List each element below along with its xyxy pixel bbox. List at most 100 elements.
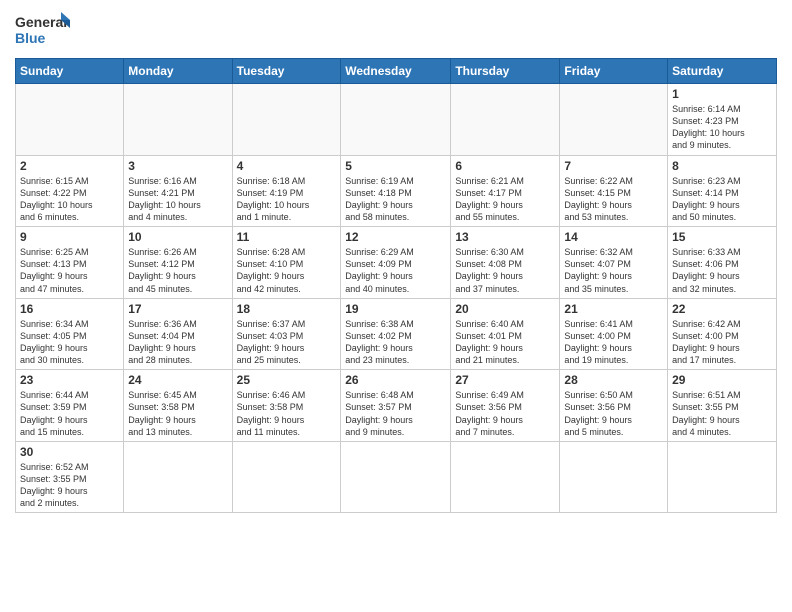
calendar-cell bbox=[16, 84, 124, 156]
column-header-wednesday: Wednesday bbox=[341, 59, 451, 84]
calendar-cell bbox=[232, 441, 341, 513]
day-info: Sunrise: 6:19 AM Sunset: 4:18 PM Dayligh… bbox=[345, 175, 446, 224]
logo-svg: General Blue bbox=[15, 10, 70, 50]
calendar-week-row-6: 30 Sunrise: 6:52 AM Sunset: 3:55 PM Dayli… bbox=[16, 441, 777, 513]
calendar-cell: 9 Sunrise: 6:25 AM Sunset: 4:13 PM Daylig… bbox=[16, 227, 124, 299]
day-info: Sunrise: 6:51 AM Sunset: 3:55 PM Dayligh… bbox=[672, 389, 772, 438]
calendar-cell: 23 Sunrise: 6:44 AM Sunset: 3:59 PM Dayli… bbox=[16, 370, 124, 442]
calendar-cell bbox=[341, 441, 451, 513]
calendar-cell: 10 Sunrise: 6:26 AM Sunset: 4:12 PM Dayli… bbox=[124, 227, 232, 299]
day-info: Sunrise: 6:32 AM Sunset: 4:07 PM Dayligh… bbox=[564, 246, 663, 295]
day-number: 9 bbox=[20, 230, 119, 244]
calendar-cell: 30 Sunrise: 6:52 AM Sunset: 3:55 PM Dayli… bbox=[16, 441, 124, 513]
calendar-cell: 11 Sunrise: 6:28 AM Sunset: 4:10 PM Dayli… bbox=[232, 227, 341, 299]
column-header-tuesday: Tuesday bbox=[232, 59, 341, 84]
day-number: 2 bbox=[20, 159, 119, 173]
calendar-cell bbox=[560, 84, 668, 156]
day-number: 17 bbox=[128, 302, 227, 316]
logo-area: General Blue bbox=[15, 10, 70, 50]
calendar-cell: 8 Sunrise: 6:23 AM Sunset: 4:14 PM Daylig… bbox=[668, 155, 777, 227]
calendar-cell: 28 Sunrise: 6:50 AM Sunset: 3:56 PM Dayli… bbox=[560, 370, 668, 442]
day-number: 10 bbox=[128, 230, 227, 244]
day-info: Sunrise: 6:49 AM Sunset: 3:56 PM Dayligh… bbox=[455, 389, 555, 438]
calendar-cell bbox=[124, 441, 232, 513]
day-info: Sunrise: 6:41 AM Sunset: 4:00 PM Dayligh… bbox=[564, 318, 663, 367]
calendar-cell: 22 Sunrise: 6:42 AM Sunset: 4:00 PM Dayli… bbox=[668, 298, 777, 370]
day-info: Sunrise: 6:45 AM Sunset: 3:58 PM Dayligh… bbox=[128, 389, 227, 438]
calendar-cell: 19Sunrise: 6:38 AM Sunset: 4:02 PM Dayli… bbox=[341, 298, 451, 370]
day-number: 8 bbox=[672, 159, 772, 173]
calendar-cell: 3 Sunrise: 6:16 AM Sunset: 4:21 PM Daylig… bbox=[124, 155, 232, 227]
day-info: Sunrise: 6:21 AM Sunset: 4:17 PM Dayligh… bbox=[455, 175, 555, 224]
day-number: 25 bbox=[237, 373, 337, 387]
day-number: 12 bbox=[345, 230, 446, 244]
calendar-cell bbox=[232, 84, 341, 156]
calendar-cell: 13 Sunrise: 6:30 AM Sunset: 4:08 PM Dayli… bbox=[451, 227, 560, 299]
svg-text:General: General bbox=[15, 14, 67, 30]
day-info: Sunrise: 6:42 AM Sunset: 4:00 PM Dayligh… bbox=[672, 318, 772, 367]
calendar-cell: 16Sunrise: 6:34 AM Sunset: 4:05 PM Dayli… bbox=[16, 298, 124, 370]
day-info: Sunrise: 6:14 AM Sunset: 4:23 PM Dayligh… bbox=[672, 103, 772, 152]
day-info: Sunrise: 6:34 AM Sunset: 4:05 PM Dayligh… bbox=[20, 318, 119, 367]
day-info: Sunrise: 6:26 AM Sunset: 4:12 PM Dayligh… bbox=[128, 246, 227, 295]
day-info: Sunrise: 6:23 AM Sunset: 4:14 PM Dayligh… bbox=[672, 175, 772, 224]
day-info: Sunrise: 6:50 AM Sunset: 3:56 PM Dayligh… bbox=[564, 389, 663, 438]
calendar-cell bbox=[451, 441, 560, 513]
day-number: 28 bbox=[564, 373, 663, 387]
calendar-cell: 29 Sunrise: 6:51 AM Sunset: 3:55 PM Dayli… bbox=[668, 370, 777, 442]
day-info: Sunrise: 6:28 AM Sunset: 4:10 PM Dayligh… bbox=[237, 246, 337, 295]
day-info: Sunrise: 6:30 AM Sunset: 4:08 PM Dayligh… bbox=[455, 246, 555, 295]
calendar-cell: 14Sunrise: 6:32 AM Sunset: 4:07 PM Dayli… bbox=[560, 227, 668, 299]
day-number: 1 bbox=[672, 87, 772, 101]
day-number: 29 bbox=[672, 373, 772, 387]
column-header-sunday: Sunday bbox=[16, 59, 124, 84]
day-number: 24 bbox=[128, 373, 227, 387]
calendar-cell: 12Sunrise: 6:29 AM Sunset: 4:09 PM Dayli… bbox=[341, 227, 451, 299]
calendar-cell: 18Sunrise: 6:37 AM Sunset: 4:03 PM Dayli… bbox=[232, 298, 341, 370]
calendar-cell bbox=[560, 441, 668, 513]
calendar-header-row: SundayMondayTuesdayWednesdayThursdayFrid… bbox=[16, 59, 777, 84]
day-number: 3 bbox=[128, 159, 227, 173]
day-number: 23 bbox=[20, 373, 119, 387]
page: General Blue SundayMondayTuesdayWednesda… bbox=[0, 0, 792, 612]
calendar-cell: 2 Sunrise: 6:15 AM Sunset: 4:22 PM Daylig… bbox=[16, 155, 124, 227]
day-info: Sunrise: 6:22 AM Sunset: 4:15 PM Dayligh… bbox=[564, 175, 663, 224]
day-number: 11 bbox=[237, 230, 337, 244]
day-info: Sunrise: 6:40 AM Sunset: 4:01 PM Dayligh… bbox=[455, 318, 555, 367]
calendar-week-row-2: 2 Sunrise: 6:15 AM Sunset: 4:22 PM Daylig… bbox=[16, 155, 777, 227]
calendar-cell: 7Sunrise: 6:22 AM Sunset: 4:15 PM Daylig… bbox=[560, 155, 668, 227]
calendar-cell: 4 Sunrise: 6:18 AM Sunset: 4:19 PM Daylig… bbox=[232, 155, 341, 227]
day-number: 26 bbox=[345, 373, 446, 387]
day-number: 6 bbox=[455, 159, 555, 173]
day-info: Sunrise: 6:44 AM Sunset: 3:59 PM Dayligh… bbox=[20, 389, 119, 438]
calendar-cell: 15Sunrise: 6:33 AM Sunset: 4:06 PM Dayli… bbox=[668, 227, 777, 299]
day-number: 22 bbox=[672, 302, 772, 316]
calendar-cell: 20 Sunrise: 6:40 AM Sunset: 4:01 PM Dayli… bbox=[451, 298, 560, 370]
day-number: 4 bbox=[237, 159, 337, 173]
calendar-cell: 5 Sunrise: 6:19 AM Sunset: 4:18 PM Daylig… bbox=[341, 155, 451, 227]
calendar-cell bbox=[124, 84, 232, 156]
day-info: Sunrise: 6:33 AM Sunset: 4:06 PM Dayligh… bbox=[672, 246, 772, 295]
day-info: Sunrise: 6:52 AM Sunset: 3:55 PM Dayligh… bbox=[20, 461, 119, 510]
day-info: Sunrise: 6:25 AM Sunset: 4:13 PM Dayligh… bbox=[20, 246, 119, 295]
calendar-cell: 21 Sunrise: 6:41 AM Sunset: 4:00 PM Dayli… bbox=[560, 298, 668, 370]
calendar-cell: 6 Sunrise: 6:21 AM Sunset: 4:17 PM Daylig… bbox=[451, 155, 560, 227]
day-number: 13 bbox=[455, 230, 555, 244]
day-number: 20 bbox=[455, 302, 555, 316]
day-info: Sunrise: 6:18 AM Sunset: 4:19 PM Dayligh… bbox=[237, 175, 337, 224]
day-number: 21 bbox=[564, 302, 663, 316]
calendar-table: SundayMondayTuesdayWednesdayThursdayFrid… bbox=[15, 58, 777, 513]
day-info: Sunrise: 6:48 AM Sunset: 3:57 PM Dayligh… bbox=[345, 389, 446, 438]
calendar-week-row-1: 1 Sunrise: 6:14 AM Sunset: 4:23 PM Daylig… bbox=[16, 84, 777, 156]
calendar-cell bbox=[451, 84, 560, 156]
calendar-cell: 17Sunrise: 6:36 AM Sunset: 4:04 PM Dayli… bbox=[124, 298, 232, 370]
day-info: Sunrise: 6:16 AM Sunset: 4:21 PM Dayligh… bbox=[128, 175, 227, 224]
calendar-cell: 24 Sunrise: 6:45 AM Sunset: 3:58 PM Dayli… bbox=[124, 370, 232, 442]
day-number: 27 bbox=[455, 373, 555, 387]
day-number: 5 bbox=[345, 159, 446, 173]
calendar-week-row-4: 16Sunrise: 6:34 AM Sunset: 4:05 PM Dayli… bbox=[16, 298, 777, 370]
day-info: Sunrise: 6:15 AM Sunset: 4:22 PM Dayligh… bbox=[20, 175, 119, 224]
calendar-week-row-5: 23 Sunrise: 6:44 AM Sunset: 3:59 PM Dayli… bbox=[16, 370, 777, 442]
day-number: 30 bbox=[20, 445, 119, 459]
calendar-cell: 27 Sunrise: 6:49 AM Sunset: 3:56 PM Dayli… bbox=[451, 370, 560, 442]
